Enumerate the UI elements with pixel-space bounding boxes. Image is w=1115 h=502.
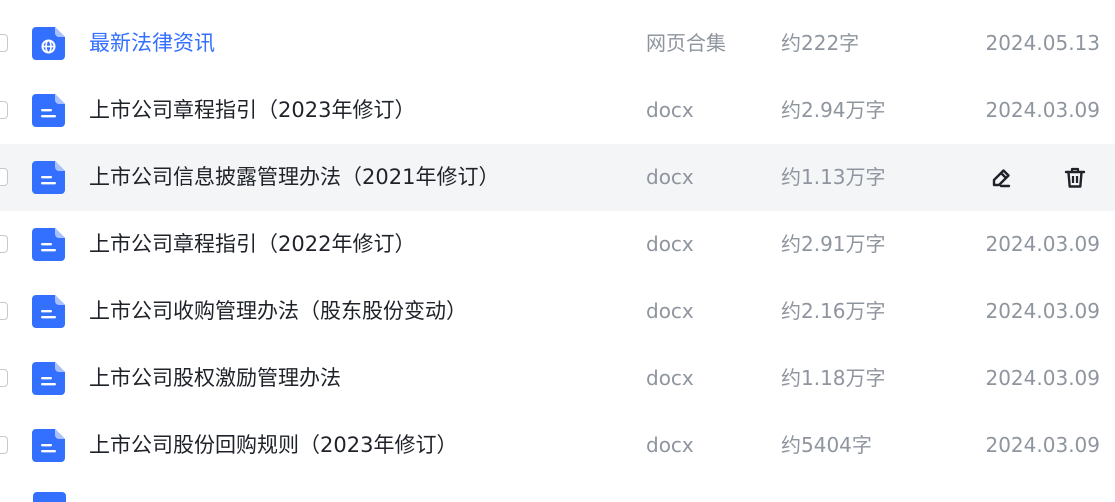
file-name[interactable]: 上市公司股权激励管理办法 [89,345,341,412]
row-checkbox[interactable] [0,101,8,119]
docx-icon [32,161,65,194]
file-type: docx [646,165,694,189]
file-row[interactable]: 最新法律资讯 网页合集 约222字 2024.05.13 [0,10,1115,77]
file-size: 约1.13万字 [781,165,886,189]
edit-pencil-icon[interactable] [988,165,1014,191]
docx-icon [32,429,65,462]
docx-icon [32,94,65,127]
file-row[interactable]: 上市公司章程指引（2022年修订） docx 约2.91万字 2024.03.0… [0,211,1115,278]
file-size: 约1.18万字 [781,366,886,390]
file-type: docx [646,299,694,323]
file-size: 约222字 [781,31,860,55]
file-size: 约5404字 [781,433,872,457]
file-row[interactable]: 上市公司章程指引（2023年修订） docx 约2.94万字 2024.03.0… [0,77,1115,144]
file-row[interactable]: 上市公司股份回购规则（2023年修订） docx 约5404字 2024.03.… [0,412,1115,479]
row-checkbox[interactable] [0,369,8,387]
row-checkbox[interactable] [0,436,8,454]
file-name-link[interactable]: 最新法律资讯 [89,10,215,77]
file-size: 约2.91万字 [781,232,886,256]
file-type: docx [646,433,694,457]
file-date: 2024.05.13 [985,31,1100,55]
file-list: 最新法律资讯 网页合集 约222字 2024.05.13 上市公司章程指引（20… [0,10,1115,479]
file-date: 2024.03.09 [985,366,1100,390]
row-checkbox[interactable] [0,235,8,253]
file-type: docx [646,366,694,390]
file-name[interactable]: 上市公司章程指引（2022年修订） [89,211,415,278]
file-row[interactable]: 上市公司收购管理办法（股东股份变动） docx 约2.16万字 2024.03.… [0,278,1115,345]
file-size: 约2.94万字 [781,98,886,122]
next-row-file-icon-partial [33,492,66,502]
file-date: 2024.03.09 [985,98,1100,122]
file-row-hovered[interactable]: 上市公司信息披露管理办法（2021年修订） docx 约1.13万字 [0,144,1115,211]
globe-icon [32,27,65,60]
file-date: 2024.03.09 [985,232,1100,256]
file-type: docx [646,98,694,122]
file-row[interactable]: 上市公司股权激励管理办法 docx 约1.18万字 2024.03.09 [0,345,1115,412]
docx-icon [32,362,65,395]
file-type: 网页合集 [646,31,726,55]
row-checkbox[interactable] [0,168,8,186]
file-size: 约2.16万字 [781,299,886,323]
row-checkbox[interactable] [0,302,8,320]
docx-icon [32,295,65,328]
trash-icon[interactable] [1062,165,1088,191]
file-name[interactable]: 上市公司股份回购规则（2023年修订） [89,412,457,479]
file-name[interactable]: 上市公司章程指引（2023年修订） [89,77,415,144]
file-name[interactable]: 上市公司收购管理办法（股东股份变动） [89,278,467,345]
row-checkbox[interactable] [0,34,8,52]
file-date: 2024.03.09 [985,433,1100,457]
file-name[interactable]: 上市公司信息披露管理办法（2021年修订） [89,144,499,211]
file-date: 2024.03.09 [985,299,1100,323]
docx-icon [32,228,65,261]
file-type: docx [646,232,694,256]
